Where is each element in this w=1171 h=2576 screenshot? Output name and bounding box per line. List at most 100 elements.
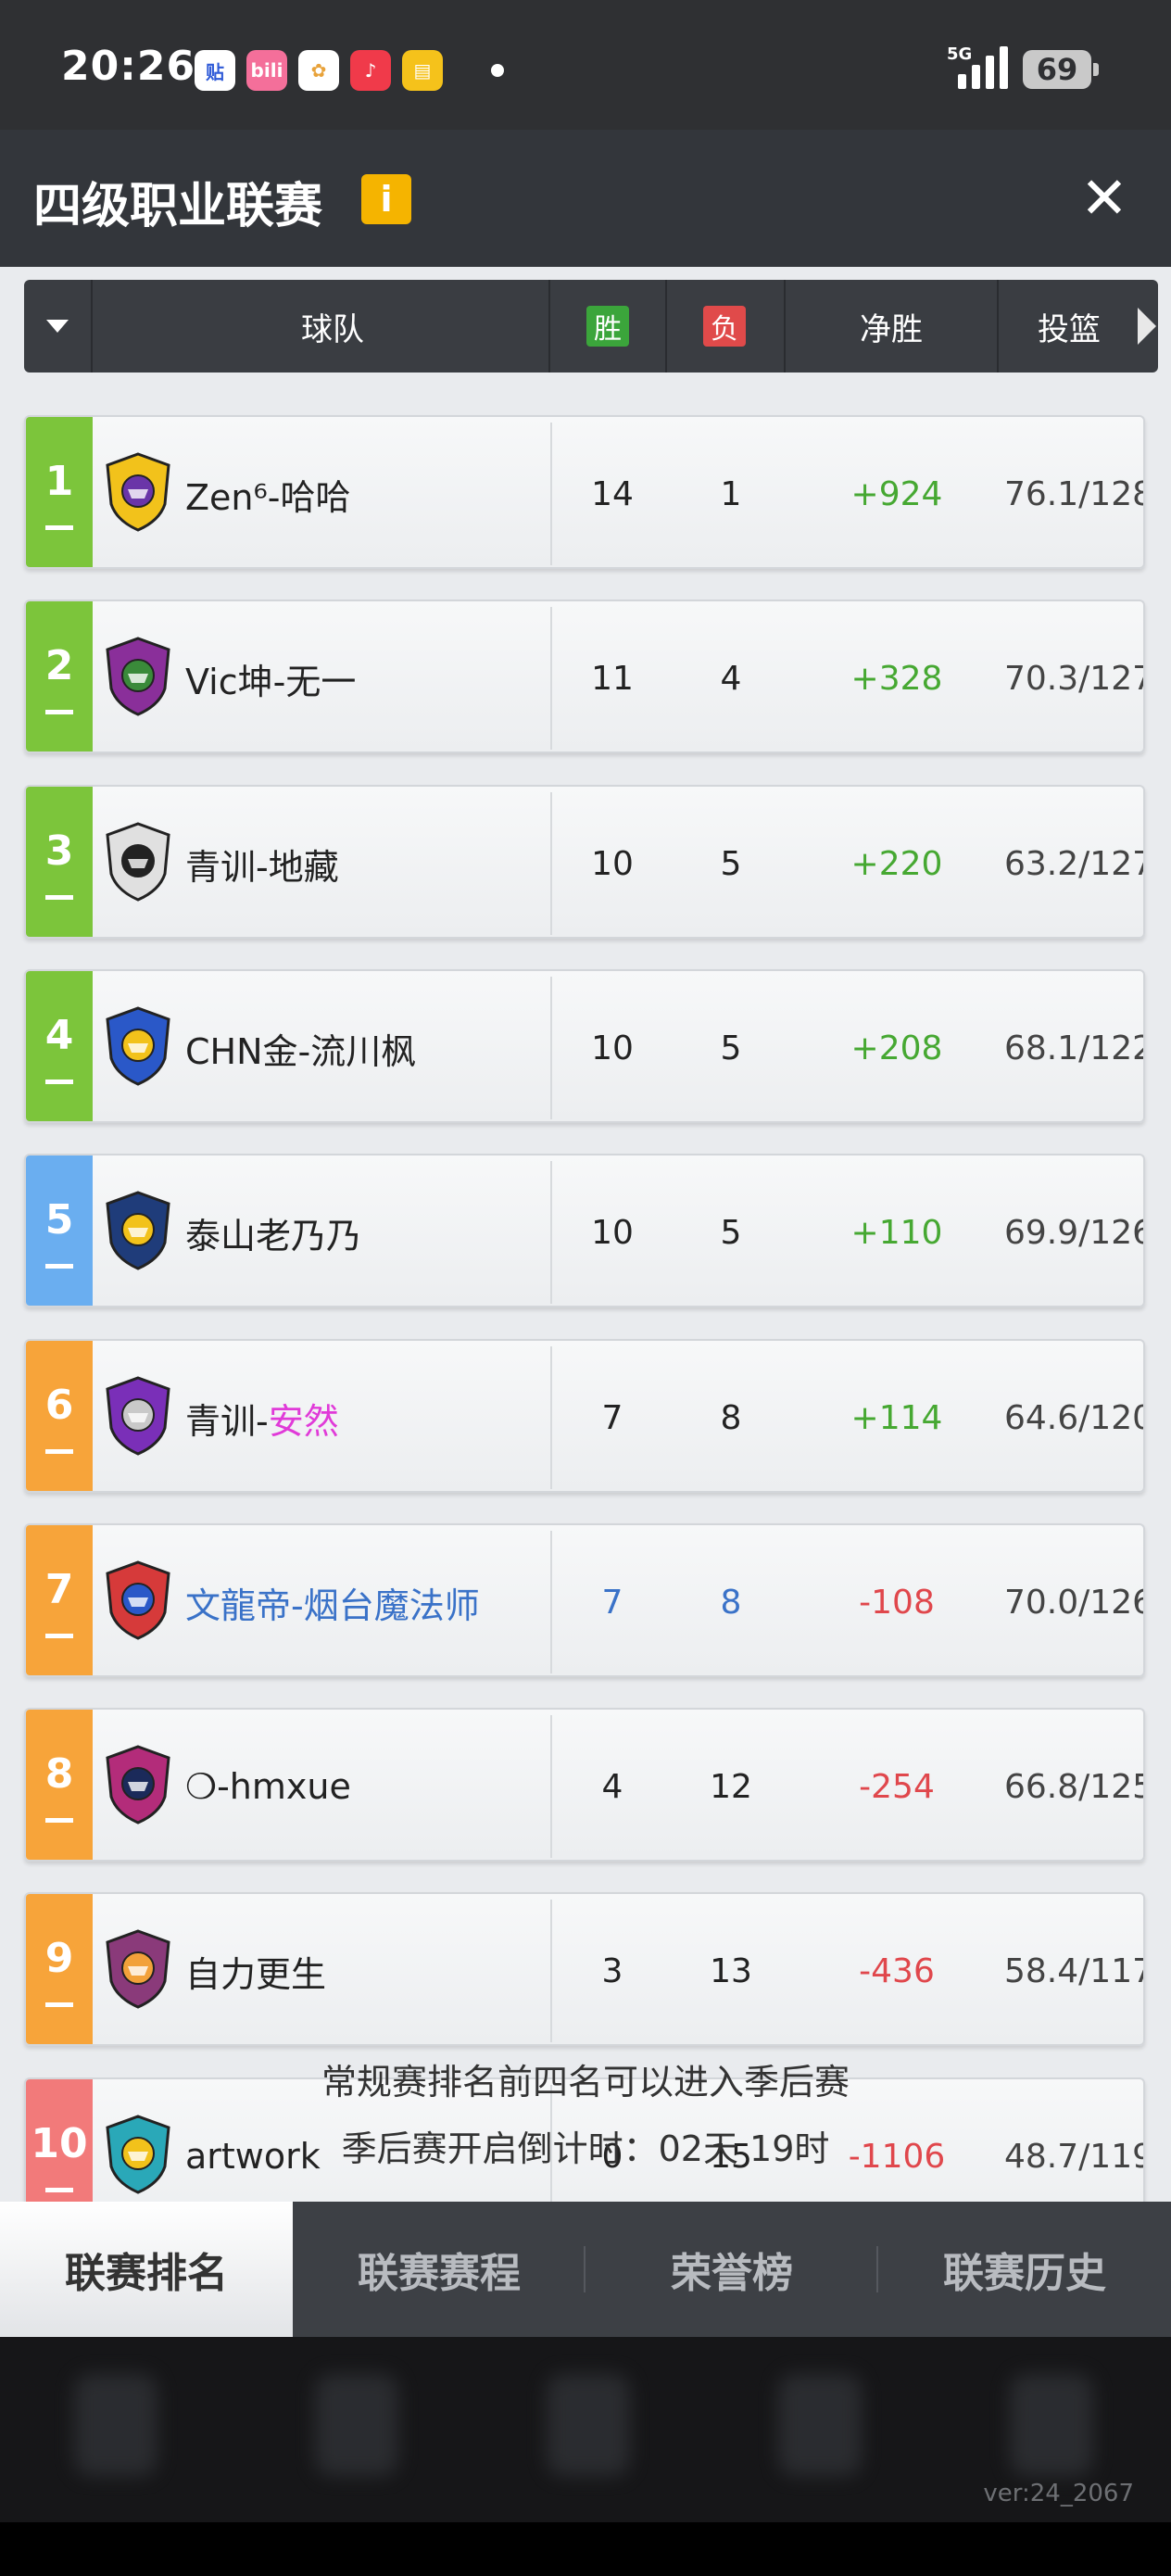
shooting-value: 58.4/117: [1004, 1951, 1145, 1990]
column-net[interactable]: 净胜: [786, 280, 997, 373]
wins-value: 14: [591, 474, 634, 513]
team-name[interactable]: 文龍帝-烟台魔法师: [185, 1525, 480, 1675]
rank-trend-icon: [45, 1080, 73, 1084]
net-points-value: +328: [850, 659, 943, 698]
standings-row[interactable]: 2 Vic坤-无一 11 4 +328 70.3/127: [24, 600, 1145, 753]
column-divider: [550, 1715, 552, 1858]
team-name-text: 泰山老乃乃: [185, 1215, 362, 1256]
team-name[interactable]: 青训- 安然: [185, 1341, 339, 1491]
losses-value: 4: [720, 659, 742, 698]
rank-trend-icon: [45, 1264, 73, 1269]
losses-value: 5: [720, 1213, 742, 1252]
column-lose[interactable]: 负: [667, 280, 782, 373]
rank-badge: 9: [26, 1894, 93, 2044]
standings-row[interactable]: 7 文龍帝-烟台魔法师 7 8 -108 70.0/126: [24, 1523, 1145, 1677]
net-points-value: -108: [859, 1583, 935, 1622]
rank-trend-icon: [45, 1634, 73, 1638]
music-app-icon: ♪: [350, 50, 391, 91]
win-tag: 胜: [586, 306, 629, 347]
column-win[interactable]: 胜: [550, 280, 665, 373]
team-name[interactable]: Vic坤-无一: [185, 601, 356, 751]
shooting-value: 70.3/127: [1004, 659, 1145, 698]
column-divider: [550, 1346, 552, 1489]
playoff-countdown-text: 季后赛开启倒计时：02天 19时: [341, 2128, 830, 2169]
shooting-value: 76.1/128: [1004, 474, 1145, 513]
shooting-value: 64.6/120: [1004, 1398, 1145, 1437]
losses-value: 8: [720, 1398, 742, 1437]
column-divider: [550, 607, 552, 750]
losses-value: 5: [720, 844, 742, 883]
notification-icons: 贴 bili ✿ ♪ ▤: [195, 50, 504, 91]
column-team[interactable]: 球队: [93, 280, 573, 373]
losses-value: 13: [710, 1951, 752, 1990]
column-divider: [550, 977, 552, 1119]
rank-trend-icon: [45, 710, 73, 714]
signal-icon: [958, 46, 1008, 89]
column-divider: [550, 792, 552, 935]
tab-league-schedule[interactable]: 联赛赛程: [293, 2202, 586, 2337]
system-nav-strip: [0, 2522, 1171, 2576]
team-name-text: ❍-hmxue: [185, 1766, 351, 1807]
rank-number: 1: [44, 458, 74, 505]
rank-badge: 7: [26, 1525, 93, 1675]
scroll-right-icon[interactable]: [1138, 308, 1156, 345]
monkey-king-logo: [106, 822, 170, 902]
wins-value: 11: [591, 659, 634, 698]
wins-value: 4: [601, 1767, 623, 1806]
page-title: 四级职业联赛: [33, 179, 323, 234]
rank-trend-icon: [45, 895, 73, 900]
rank-badge: 3: [26, 787, 93, 937]
version-label: ver:24_2067: [983, 2480, 1134, 2507]
team-name[interactable]: 青训-地藏: [185, 787, 339, 937]
chevron-down-icon: [46, 320, 69, 333]
net-points-value: +924: [850, 474, 943, 513]
photos-app-icon: ✿: [298, 50, 339, 91]
shooting-value: 69.9/126: [1004, 1213, 1145, 1252]
rank-trend-icon: [45, 525, 73, 530]
standings-row[interactable]: 3 青训-地藏 10 5 +220 63.2/127: [24, 785, 1145, 939]
standings-row[interactable]: 6 青训- 安然 7 8 +114 64.6/120: [24, 1339, 1145, 1493]
tab-honor-board[interactable]: 荣誉榜: [586, 2202, 878, 2337]
sort-dropdown-button[interactable]: [24, 280, 91, 373]
team-name[interactable]: 自力更生: [185, 1894, 327, 2044]
tab-league-history[interactable]: 联赛历史: [878, 2202, 1171, 2337]
team-name-text: 自力更生: [185, 1953, 327, 1995]
standings-row[interactable]: 9 自力更生 3 13 -436 58.4/117: [24, 1892, 1145, 2046]
net-points-value: +220: [850, 844, 943, 883]
net-points-value: -254: [859, 1767, 935, 1806]
shooting-value: 68.1/122: [1004, 1029, 1145, 1067]
rank-badge: 5: [26, 1155, 93, 1306]
rank-number: 8: [44, 1750, 74, 1798]
team-name[interactable]: CHN金-流川枫: [185, 971, 416, 1121]
column-divider: [550, 1900, 552, 2042]
wolf-logo: [106, 1191, 170, 1270]
planet-eye-logo: [106, 1929, 170, 2009]
wins-value: 3: [601, 1951, 623, 1990]
team-name[interactable]: Zen⁶-哈哈: [185, 417, 350, 567]
rank-badge: 1: [26, 417, 93, 567]
team-name-text: 青训-: [185, 1400, 269, 1442]
dragon-hexagon-logo: [106, 637, 170, 716]
tab-league-ranking[interactable]: 联赛排名: [0, 2202, 293, 2337]
info-button[interactable]: i: [361, 174, 411, 224]
team-name[interactable]: ❍-hmxue: [185, 1710, 351, 1860]
net-points-value: +208: [850, 1029, 943, 1067]
rank-number: 9: [44, 1935, 74, 1982]
standings-row[interactable]: 1 Zen⁶-哈哈 14 1 +924 76.1/128: [24, 415, 1145, 569]
rank-trend-icon: [45, 2002, 73, 2007]
purple-dragon-logo: [106, 1376, 170, 1456]
rank-trend-icon: [45, 2188, 73, 2192]
standings-row[interactable]: 8 ❍-hmxue 4 12 -254 66.8/125: [24, 1708, 1145, 1862]
skull-shield-logo: [106, 1745, 170, 1825]
rank-number: 3: [44, 827, 74, 875]
close-button[interactable]: ✕: [1077, 170, 1132, 227]
team-name[interactable]: 泰山老乃乃: [185, 1155, 362, 1306]
team-name-text: 青训-地藏: [185, 846, 339, 888]
standings-row[interactable]: 5 泰山老乃乃 10 5 +110 69.9/126: [24, 1154, 1145, 1307]
lose-tag: 负: [703, 306, 746, 347]
standings-row[interactable]: 4 CHN金-流川枫 10 5 +208 68.1/122: [24, 969, 1145, 1123]
losses-value: 8: [720, 1583, 742, 1622]
column-shooting[interactable]: 投篮: [999, 280, 1138, 373]
shooting-value: 70.0/126: [1004, 1583, 1145, 1622]
notes-app-icon: ▤: [402, 50, 443, 91]
